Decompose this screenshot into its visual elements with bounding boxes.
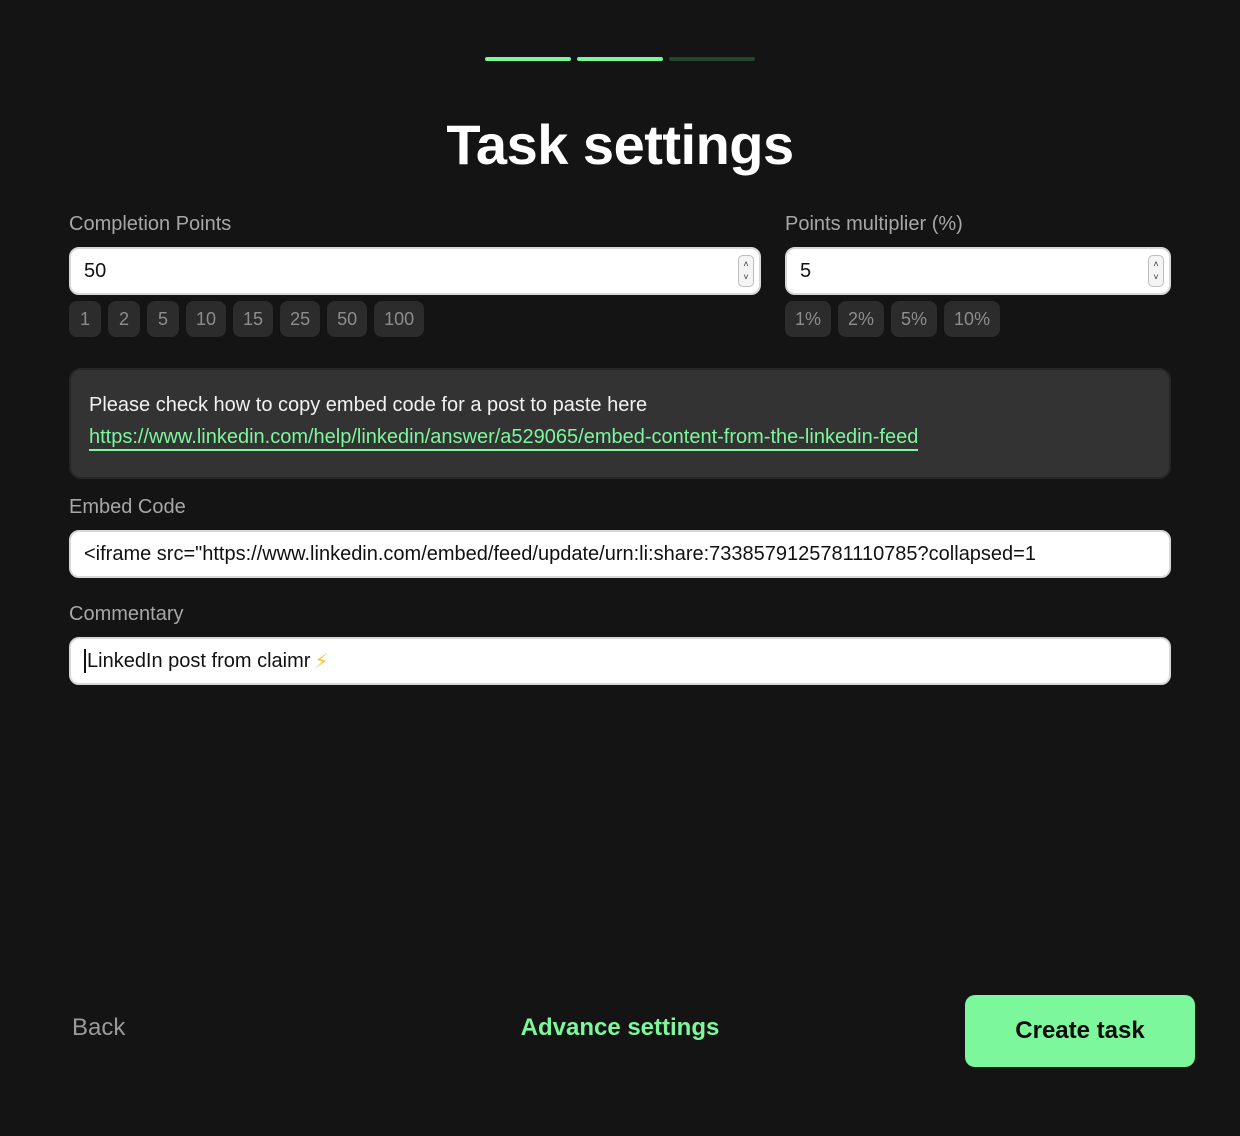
points-multiplier-preset-chip[interactable]: 5% <box>891 301 938 337</box>
completion-points-spinner[interactable]: ˄ ˅ <box>738 255 754 287</box>
chevron-up-icon[interactable]: ˄ <box>743 258 748 271</box>
chevron-down-icon[interactable]: ˅ <box>743 271 748 284</box>
points-multiplier-preset-chip[interactable]: 1% <box>785 301 832 337</box>
chevron-up-icon[interactable]: ˄ <box>1153 258 1158 271</box>
points-multiplier-presets: 1% 2% 5% 10% <box>785 301 1001 337</box>
embed-help-link[interactable]: https://www.linkedin.com/help/linkedin/a… <box>89 425 919 451</box>
completion-points-value: 50 <box>84 259 107 282</box>
points-multiplier-preset-chip[interactable]: 10% <box>944 301 1001 337</box>
completion-points-label: Completion Points <box>69 213 232 235</box>
points-multiplier-preset-chip[interactable]: 2% <box>838 301 885 337</box>
points-multiplier-spinner[interactable]: ˄ ˅ <box>1148 255 1164 287</box>
embed-code-value: <iframe src="https://www.linkedin.com/em… <box>84 542 1036 565</box>
completion-points-preset-chip[interactable]: 100 <box>374 301 425 337</box>
lightning-icon: ⚡ <box>314 650 329 673</box>
embed-code-input[interactable]: <iframe src="https://www.linkedin.com/em… <box>69 530 1171 578</box>
completion-points-preset-chip[interactable]: 50 <box>327 301 368 337</box>
embed-help-box: Please check how to copy embed code for … <box>69 368 1171 479</box>
completion-points-preset-chip[interactable]: 10 <box>186 301 227 337</box>
embed-code-label: Embed Code <box>69 496 186 518</box>
commentary-value: LinkedIn post from claimr <box>87 649 311 672</box>
commentary-input[interactable]: LinkedIn post from claimr ⚡ <box>69 637 1171 685</box>
completion-points-preset-chip[interactable]: 25 <box>280 301 321 337</box>
advance-settings-button[interactable]: Advance settings <box>521 1014 720 1041</box>
completion-points-preset-chip[interactable]: 5 <box>147 301 179 337</box>
completion-points-presets: 1 2 5 10 15 25 50 100 <box>69 301 425 337</box>
create-task-button[interactable]: Create task <box>965 995 1195 1067</box>
completion-points-preset-chip[interactable]: 1 <box>69 301 101 337</box>
completion-points-input[interactable]: 50 ˄ ˅ <box>69 247 761 295</box>
back-button[interactable]: Back <box>72 1014 125 1042</box>
completion-points-preset-chip[interactable]: 2 <box>108 301 140 337</box>
task-settings-page: Task settings Completion Points 50 ˄ ˅ 1… <box>0 0 1240 1136</box>
progress-step-1 <box>485 57 571 61</box>
text-cursor <box>84 649 86 673</box>
points-multiplier-input[interactable]: 5 ˄ ˅ <box>785 247 1171 295</box>
page-title: Task settings <box>446 113 794 176</box>
progress-step-3 <box>669 57 755 61</box>
progress-step-2 <box>577 57 663 61</box>
completion-points-preset-chip[interactable]: 15 <box>233 301 274 337</box>
points-multiplier-value: 5 <box>800 259 812 282</box>
points-multiplier-label: Points multiplier (%) <box>785 213 963 235</box>
chevron-down-icon[interactable]: ˅ <box>1153 271 1158 284</box>
embed-help-text: Please check how to copy embed code for … <box>89 394 648 416</box>
commentary-label: Commentary <box>69 603 184 625</box>
step-progress <box>485 57 755 61</box>
